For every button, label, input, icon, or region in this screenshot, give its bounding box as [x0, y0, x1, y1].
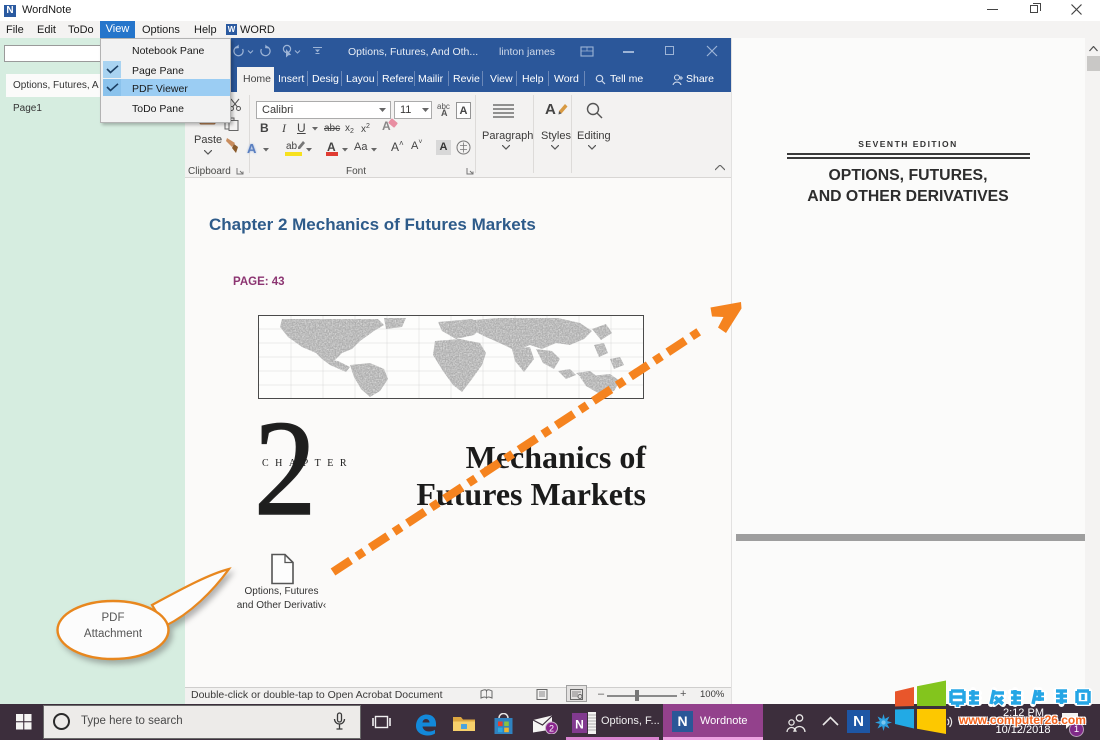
svg-text:2: 2 [549, 724, 554, 734]
svg-text:N: N [575, 718, 584, 732]
